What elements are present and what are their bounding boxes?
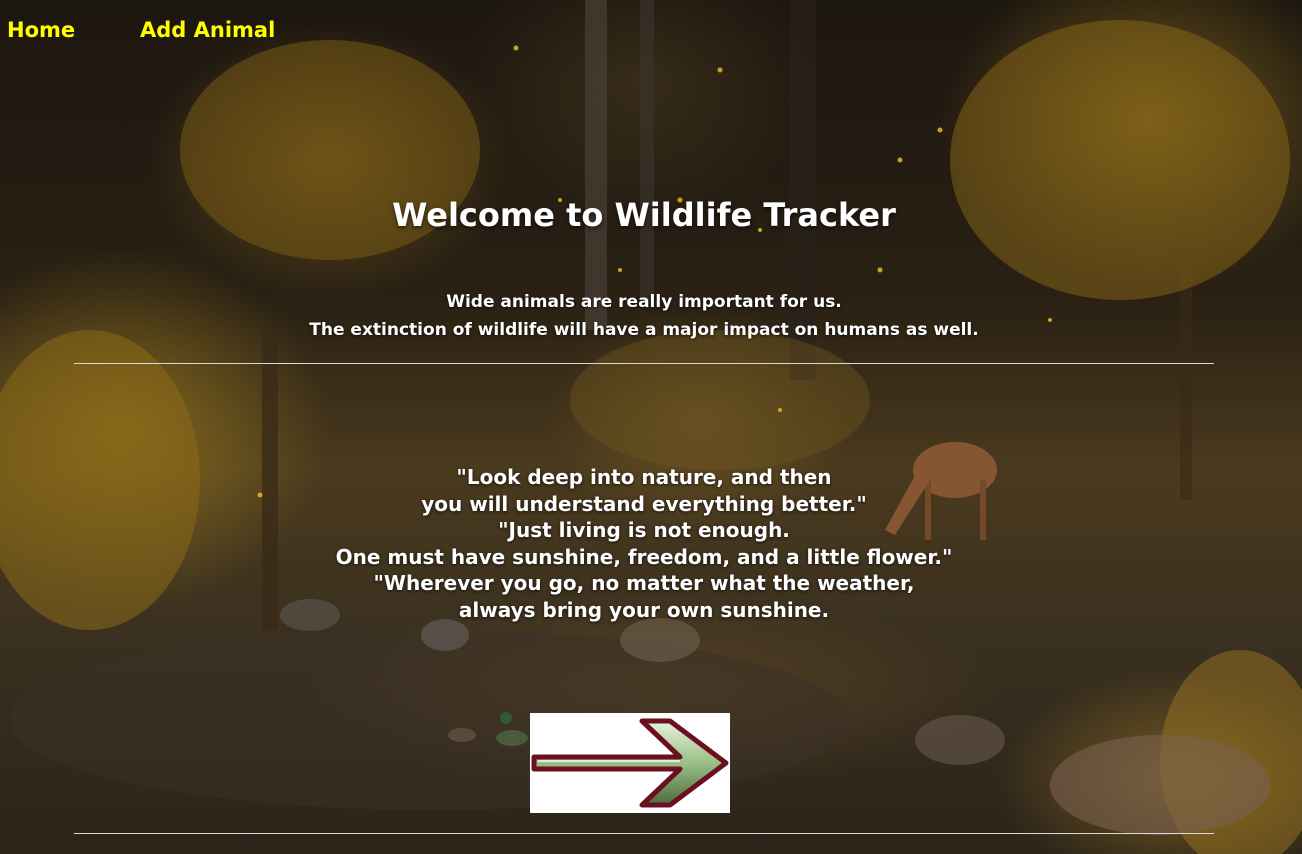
right-arrow-icon bbox=[531, 718, 729, 808]
next-arrow-button[interactable] bbox=[530, 713, 730, 813]
quote-line: "Wherever you go, no matter what the wea… bbox=[373, 571, 915, 595]
quote-line: "Look deep into nature, and then bbox=[456, 465, 832, 489]
quote-line: always bring your own sunshine. bbox=[458, 597, 830, 622]
nav-home-link[interactable]: Home bbox=[7, 18, 75, 42]
intro-line: Wide animals are really important for us… bbox=[446, 292, 842, 312]
nav-add-animal-link[interactable]: Add Animal bbox=[140, 18, 275, 42]
page-title: Welcome to Wildlife Tracker bbox=[392, 196, 896, 234]
divider bbox=[74, 363, 1214, 364]
intro-line: The extinction of wildlife will have a m… bbox=[309, 320, 979, 340]
quote-line: "Just living is not enough. bbox=[498, 518, 790, 542]
quote-line: One must have sunshine, freedom, and a l… bbox=[335, 544, 953, 569]
quotes-block: "Look deep into nature, and then you wil… bbox=[0, 464, 1288, 623]
quote-line: you will understand everything better." bbox=[421, 491, 867, 516]
divider bbox=[74, 833, 1214, 834]
intro-text: Wide animals are really important for us… bbox=[0, 288, 1288, 344]
